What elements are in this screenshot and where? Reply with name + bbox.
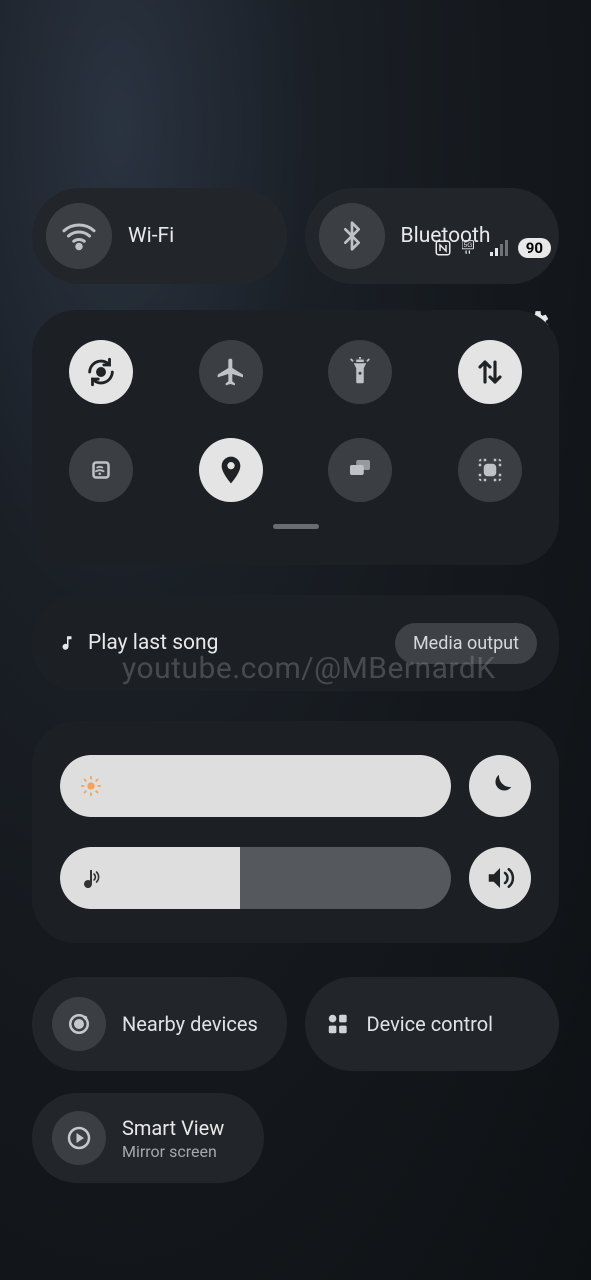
sliders-panel bbox=[32, 721, 559, 943]
smart-view-row: Smart View Mirror screen bbox=[32, 1093, 559, 1183]
nearby-devices-button[interactable]: Nearby devices bbox=[32, 977, 287, 1071]
nearby-icon bbox=[52, 997, 106, 1051]
network-5g-icon: 5G bbox=[462, 240, 480, 256]
dark-mode-button[interactable] bbox=[469, 755, 531, 817]
smart-view-subtitle: Mirror screen bbox=[122, 1142, 224, 1161]
device-control-button[interactable]: Device control bbox=[305, 977, 560, 1071]
auto-rotate-toggle[interactable] bbox=[69, 340, 133, 404]
brightness-row bbox=[60, 755, 531, 817]
media-panel[interactable]: Play last song Media output youtube.com/… bbox=[32, 595, 559, 691]
bluetooth-toggle[interactable]: Bluetooth bbox=[305, 188, 560, 284]
smart-view-button[interactable]: Smart View Mirror screen bbox=[32, 1093, 264, 1183]
svg-text:5G: 5G bbox=[463, 242, 472, 249]
volume-note-icon bbox=[80, 866, 104, 890]
sun-icon bbox=[80, 775, 102, 797]
panel-drag-handle[interactable] bbox=[273, 524, 319, 529]
battery-indicator: 90 bbox=[518, 238, 551, 258]
nfc-icon bbox=[434, 239, 452, 257]
bluetooth-icon bbox=[319, 203, 385, 269]
bottom-row: Nearby devices Device control bbox=[32, 977, 559, 1071]
sound-mode-button[interactable] bbox=[469, 847, 531, 909]
media-play-label: Play last song bbox=[88, 631, 218, 655]
primary-toggle-row: Wi-Fi Bluetooth bbox=[32, 188, 559, 284]
wifi-label: Wi-Fi bbox=[128, 224, 174, 248]
device-control-icon bbox=[325, 1011, 351, 1037]
quick-toggle-panel bbox=[32, 310, 559, 565]
airplane-mode-toggle[interactable] bbox=[199, 340, 263, 404]
music-note-icon bbox=[58, 634, 76, 652]
media-output-button[interactable]: Media output bbox=[395, 623, 537, 664]
screen-record-toggle[interactable] bbox=[458, 438, 522, 502]
toggle-grid bbox=[68, 340, 523, 502]
signal-icon bbox=[490, 240, 508, 256]
smart-view-title: Smart View bbox=[122, 1116, 224, 1140]
wifi-icon bbox=[46, 203, 112, 269]
mobile-data-toggle[interactable] bbox=[458, 340, 522, 404]
device-control-label: Device control bbox=[367, 1012, 494, 1036]
location-toggle[interactable] bbox=[199, 438, 263, 502]
wifi-toggle[interactable]: Wi-Fi bbox=[32, 188, 287, 284]
smart-view-icon bbox=[52, 1111, 106, 1165]
hotspot-toggle[interactable] bbox=[69, 438, 133, 502]
brightness-slider[interactable] bbox=[60, 755, 451, 817]
screen-cast-toggle[interactable] bbox=[328, 438, 392, 502]
nearby-label: Nearby devices bbox=[122, 1012, 258, 1036]
volume-slider[interactable] bbox=[60, 847, 451, 909]
volume-row bbox=[60, 847, 531, 909]
status-bar: 5G 90 bbox=[434, 238, 551, 258]
flashlight-toggle[interactable] bbox=[328, 340, 392, 404]
media-play-last[interactable]: Play last song bbox=[58, 631, 218, 655]
